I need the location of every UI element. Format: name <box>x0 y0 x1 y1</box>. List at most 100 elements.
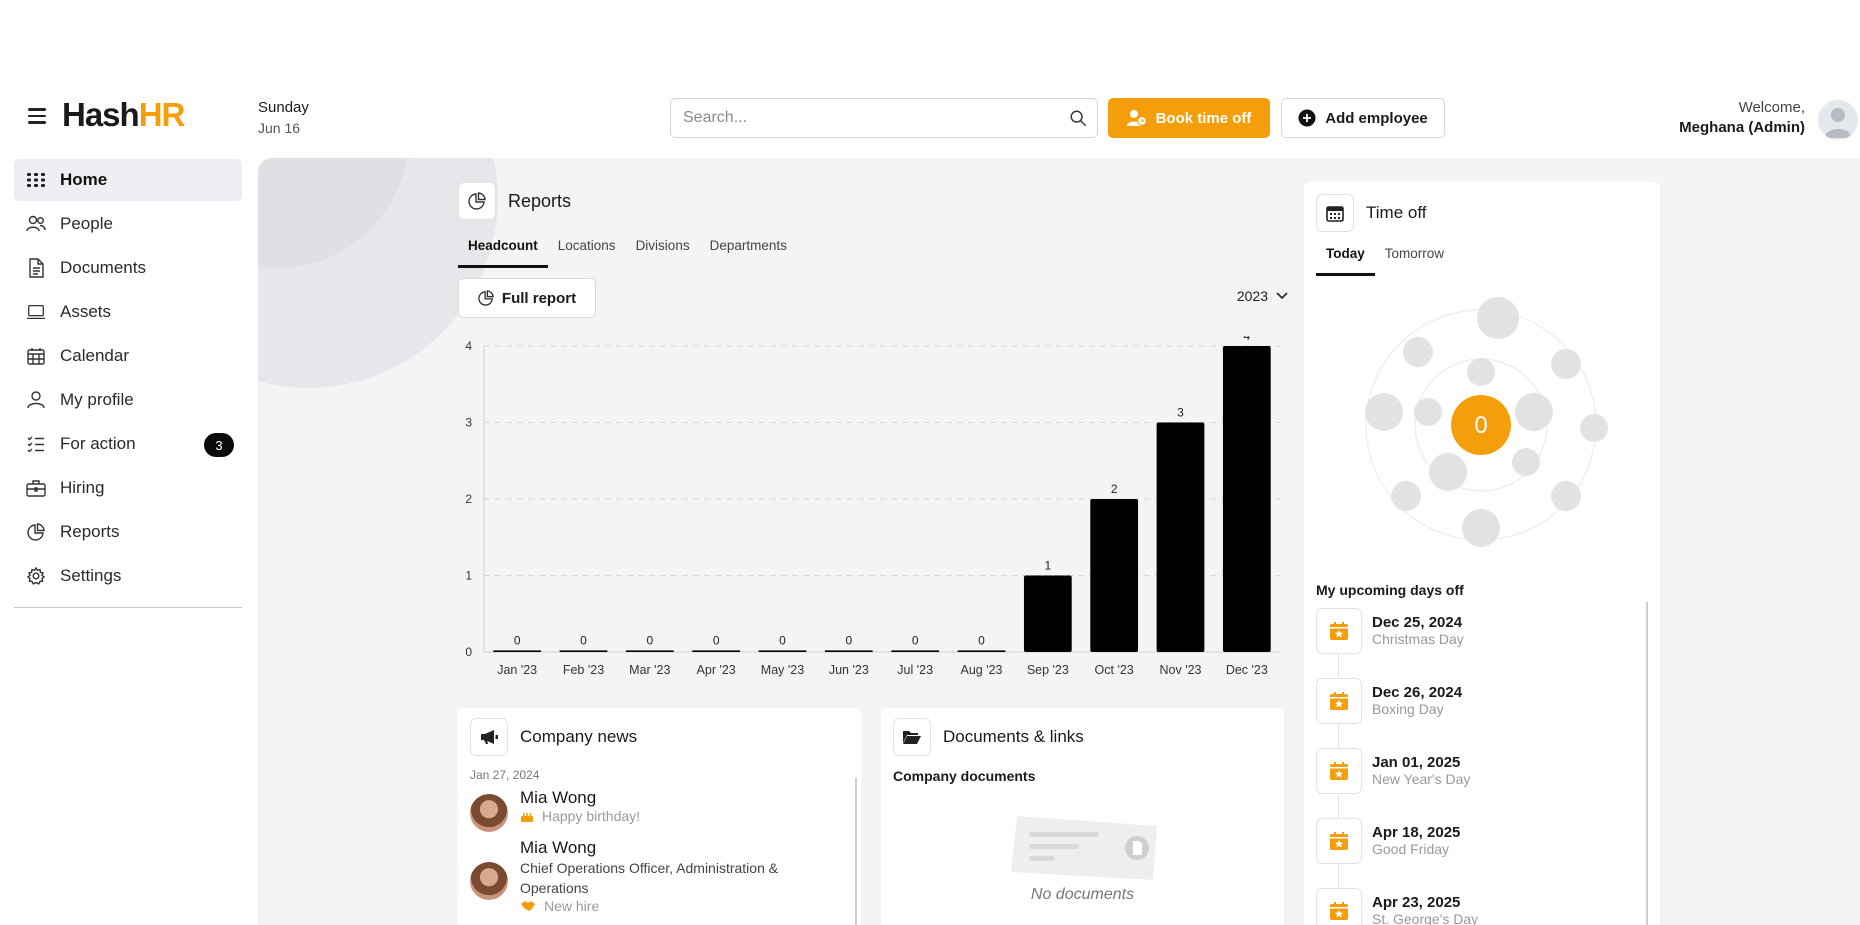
book-time-off-label: Book time off <box>1155 109 1252 127</box>
sidebar-item-my-profile[interactable]: My profile <box>14 379 242 421</box>
list-item[interactable]: Dec 26, 2024 Boxing Day <box>1316 678 1626 748</box>
reports-header: Reports <box>458 182 1288 220</box>
logo-hash: Hash <box>62 96 140 133</box>
bar <box>1023 575 1072 652</box>
tab-today[interactable]: Today <box>1316 238 1375 276</box>
bar <box>1222 346 1271 652</box>
news-item[interactable]: Mia Wong Chief Operations Officer, Admin… <box>470 838 849 914</box>
full-report-button[interactable]: Full report <box>458 278 596 318</box>
sidebar-item-label: Assets <box>60 302 112 321</box>
list-item[interactable]: Jan 01, 2025 New Year's Day <box>1316 748 1626 818</box>
folder-open-icon <box>893 718 931 756</box>
handshake-icon <box>521 901 535 911</box>
documents-title: Documents & links <box>943 727 1084 746</box>
people-icon <box>26 214 46 234</box>
add-employee-button[interactable]: Add employee <box>1281 98 1445 138</box>
plus-circle-icon <box>1298 109 1316 127</box>
search-box <box>670 98 1098 138</box>
tab-headcount[interactable]: Headcount <box>458 230 548 268</box>
time-off-title: Time off <box>1366 203 1427 222</box>
bar <box>824 650 873 652</box>
news-subtitle-text: Happy birthday! <box>542 808 641 824</box>
sidebar-item-settings[interactable]: Settings <box>14 555 242 597</box>
sidebar-item-label: For action <box>60 434 136 453</box>
bar <box>625 650 674 652</box>
data-label: 3 <box>1177 406 1184 420</box>
book-time-off-button[interactable]: Book time off <box>1108 98 1270 138</box>
day-off-holiday: Good Friday <box>1372 841 1450 857</box>
sidebar: Home People Documents Assets Calendar My… <box>14 159 242 608</box>
sidebar-item-label: Documents <box>60 258 146 277</box>
year-select-value: 2023 <box>1236 288 1268 304</box>
sidebar-item-label: Hiring <box>60 478 105 497</box>
calendar-star-icon <box>1316 818 1362 864</box>
megaphone-icon <box>470 718 508 756</box>
documents-card: Documents & links Company documents No d… <box>881 708 1284 925</box>
calendar-star-icon <box>1316 678 1362 724</box>
news-item[interactable]: Mia Wong Happy birthday! <box>470 788 849 832</box>
tab-divisions[interactable]: Divisions <box>626 230 700 268</box>
reports-section: Reports Headcount Locations Divisions De… <box>458 182 1288 318</box>
sidebar-item-reports[interactable]: Reports <box>14 511 242 553</box>
x-tick-label: Oct '23 <box>1095 663 1134 677</box>
logo: HashHR <box>62 96 185 134</box>
data-label: 0 <box>514 633 521 647</box>
tab-locations[interactable]: Locations <box>548 230 626 268</box>
x-tick-label: Dec '23 <box>1226 663 1268 677</box>
sidebar-item-documents[interactable]: Documents <box>14 247 242 289</box>
sidebar-item-hiring[interactable]: Hiring <box>14 467 242 509</box>
pie-chart-icon <box>26 522 46 542</box>
calendar-icon <box>1316 194 1354 232</box>
user-name: Meghana (Admin) <box>1679 119 1805 136</box>
news-person-name: Mia Wong <box>520 838 597 857</box>
search-icon[interactable] <box>1069 109 1087 127</box>
data-label: 0 <box>912 633 919 647</box>
time-off-tabs: Today Tomorrow <box>1316 238 1648 276</box>
reports-pie-icon <box>458 182 496 220</box>
full-report-label: Full report <box>501 289 577 307</box>
bar <box>559 650 608 652</box>
list-item[interactable]: Dec 25, 2024 Christmas Day <box>1316 608 1626 678</box>
day-off-date: Dec 26, 2024 <box>1372 684 1463 701</box>
avatar <box>470 862 508 900</box>
headcount-chart: 0 1 2 3 4 0 Jan '23 0 Feb '23 0 Mar '23 0 Apr '23 0 Ma… <box>465 336 1280 677</box>
news-scrollbar[interactable] <box>855 778 857 925</box>
user-avatar[interactable] <box>1818 100 1858 140</box>
welcome-text: Welcome, <box>1738 99 1805 116</box>
day-off-holiday: Christmas Day <box>1372 631 1464 647</box>
day-off-date: Apr 18, 2025 <box>1372 824 1461 841</box>
reports-title: Reports <box>508 190 572 211</box>
year-select[interactable]: 2023 <box>1237 288 1288 304</box>
sidebar-item-for-action[interactable]: For action 3 <box>14 423 242 465</box>
checklist-icon <box>26 434 46 454</box>
data-label: 0 <box>646 633 653 647</box>
user-icon <box>26 390 46 410</box>
sidebar-item-assets[interactable]: Assets <box>14 291 242 333</box>
sidebar-item-calendar[interactable]: Calendar <box>14 335 242 377</box>
data-label: 0 <box>779 633 786 647</box>
sidebar-item-people[interactable]: People <box>14 203 242 245</box>
main-content: Reports Headcount Locations Divisions De… <box>258 158 1860 925</box>
data-label: 0 <box>845 633 852 647</box>
gear-icon <box>26 566 46 586</box>
time-off-scrollbar[interactable] <box>1646 602 1648 925</box>
search-input[interactable] <box>671 99 1051 137</box>
chevron-down-icon <box>1276 292 1288 300</box>
upcoming-days-off-list: Dec 25, 2024 Christmas Day Dec 26, 2024 Bo… <box>1316 608 1626 925</box>
pie-chart-icon <box>478 290 494 306</box>
data-label: 0 <box>580 633 587 647</box>
current-day: Sunday <box>258 99 309 116</box>
menu-toggle-icon[interactable] <box>28 108 46 124</box>
company-news-header: Company news <box>470 718 849 756</box>
list-item[interactable]: Apr 18, 2025 Good Friday <box>1316 818 1626 888</box>
data-label: 2 <box>1111 482 1118 496</box>
add-employee-label: Add employee <box>1325 109 1428 127</box>
tab-departments[interactable]: Departments <box>700 230 797 268</box>
news-person-name: Mia Wong <box>520 788 597 807</box>
sidebar-item-home[interactable]: Home <box>14 159 242 201</box>
sidebar-item-label: Settings <box>60 566 122 585</box>
list-item[interactable]: Apr 23, 2025 St. George's Day <box>1316 888 1626 925</box>
x-tick-label: May '23 <box>761 663 804 677</box>
user-clock-icon <box>1126 110 1147 126</box>
tab-tomorrow[interactable]: Tomorrow <box>1375 238 1454 276</box>
